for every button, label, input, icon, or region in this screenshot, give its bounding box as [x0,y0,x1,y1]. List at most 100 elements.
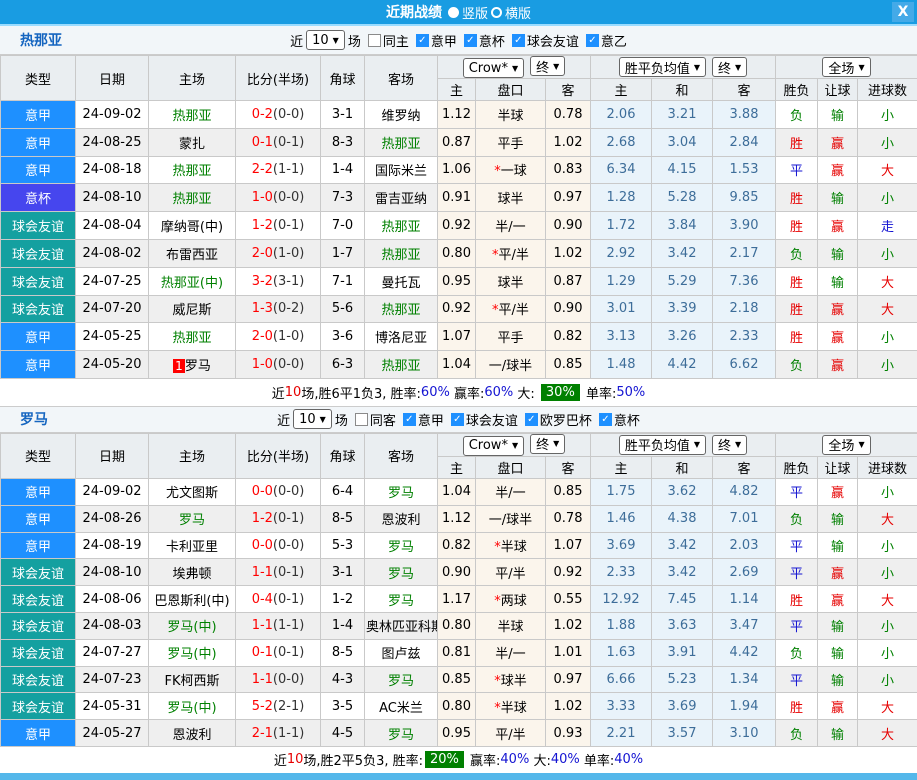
same-venue-label[interactable]: 同主 [383,31,409,50]
handicap: 平/半 [475,558,546,587]
horizontal-radio-label[interactable]: 横版 [505,3,531,22]
league-filter-checkbox[interactable]: ✓ [463,33,477,47]
league-filter-label[interactable]: 欧罗巴杯 [540,410,592,429]
summary-text: 60% [420,384,450,400]
league-filter-checkbox[interactable]: ✓ [598,412,612,426]
team-label: 埃弗顿 [172,566,212,582]
league-filter-label[interactable]: 球会友谊 [466,410,518,429]
summary-text: 60% [484,384,514,400]
avg-draw: 3.42 [651,531,713,560]
avg-subcol-header: 和 [651,78,713,101]
avg-draw: 4.15 [651,155,713,185]
league-filter-checkbox[interactable]: ✓ [402,412,416,426]
halftime-score: (2-1) [272,698,305,714]
home-team: 1 罗马 [148,350,236,379]
home-team: 罗马(中) [148,611,236,640]
scope-select[interactable]: 全场 ▼ [822,57,871,77]
avg-draw: 3.91 [651,638,713,667]
summary-text: 场,胜2平5负3, 胜率: [303,754,423,770]
scope-select[interactable]: 全场 ▼ [822,434,871,455]
team-label: 热那亚 [381,303,421,319]
summary-text: 大: [529,754,551,770]
home-team: 埃弗顿 [148,558,236,587]
games-count-select[interactable]: 10 ▼ [293,409,332,430]
same-venue-checkbox[interactable] [354,412,368,426]
team-label: 曼托瓦 [381,275,421,291]
corners: 1-4 [320,155,365,185]
match-row: 球会友谊 24-05-31 罗马(中) 5-2(2-1) 3-5 AC米兰 0.80 *半球 1… [0,692,917,721]
vertical-radio[interactable] [447,6,459,18]
avg-period-select[interactable]: 终 ▼ [712,434,748,455]
same-venue-label[interactable]: 同客 [370,410,396,429]
odds-source-select[interactable]: Crow* ▼ [462,58,525,78]
odds-source-select[interactable]: Crow* ▼ [462,435,525,456]
same-venue-checkbox[interactable] [367,33,381,47]
corners: 4-5 [320,719,365,747]
games-count-select[interactable]: 10 ▼ [306,30,345,50]
close-icon[interactable]: X [892,2,914,22]
handicap: *球半 [475,665,546,694]
result-handicap: 赢 [817,558,858,587]
match-date: 24-08-10 [75,183,149,213]
avg-away: 2.17 [712,238,776,268]
result-handicap: 赢 [817,211,858,240]
avg-away: 3.90 [712,211,776,240]
odds-period-select[interactable]: 终 ▼ [530,434,566,454]
avg-source-select[interactable]: 胜平负均值 ▼ [618,57,706,77]
handicap-label: 一/球半 [488,359,533,375]
league-filter-checkbox[interactable]: ✓ [585,33,599,47]
avg-home: 1.88 [590,611,652,640]
result-wdl: 负 [775,350,818,379]
league-filter-checkbox[interactable]: ✓ [511,33,525,47]
fulltime-score: 1-1 [251,671,273,687]
league-filter-label[interactable]: 意甲 [418,410,444,429]
league-filter-label[interactable]: 意甲 [431,31,457,50]
league-filter-label[interactable]: 意乙 [601,31,627,50]
vertical-radio-label[interactable]: 竖版 [462,3,488,22]
odds-subcol-header: 客 [545,455,591,479]
away-team: 罗马 [364,585,438,613]
score: 0-1(0-1) [235,638,321,667]
result-handicap: 输 [817,238,858,268]
result-goals: 小 [856,183,917,213]
odds-period-select[interactable]: 终 ▼ [530,56,566,76]
avg-away: 1.34 [712,665,776,694]
avg-source-select[interactable]: 胜平负均值 ▼ [618,434,706,455]
handicap: 半/一 [475,211,546,240]
away-team: 曼托瓦 [364,266,438,296]
league-filter-label[interactable]: 球会友谊 [527,31,579,50]
col-away-header: 客场 [364,55,438,101]
avg-draw: 3.84 [651,211,713,240]
league-filter-checkbox[interactable]: ✓ [524,412,538,426]
league-filter-checkbox[interactable]: ✓ [450,412,464,426]
away-team: 维罗纳 [364,100,438,129]
score: 3-2(3-1) [235,266,321,296]
chevron-down-icon: ▼ [693,440,700,450]
handicap-label: 半球 [500,700,527,716]
home-team: 罗马 [148,504,236,533]
match-date: 24-05-25 [75,322,149,352]
avg-period-select[interactable]: 终 ▼ [712,57,748,77]
avg-home: 3.13 [590,322,652,352]
handicap-label: 半/一 [495,220,526,236]
league-filter-label[interactable]: 意杯 [614,410,640,429]
avg-draw: 5.23 [651,665,713,694]
fulltime-score: 2-1 [251,725,273,741]
avg-draw: 3.04 [651,127,713,157]
home-team: 罗马(中) [148,638,236,667]
matches-table: 类型 日期 主场 比分(半场) 角球 客场 Crow* ▼ 终 ▼ 胜平负均值 ▼ 终 ▼ 全场 ▼ 主盘口客主… [0,432,917,747]
scope-header: 全场 ▼ [774,432,917,457]
avg-subcol-header: 客 [712,78,776,101]
summary-text: 场,胜6平1负3, 胜率: [301,386,421,402]
odds-away: 1.01 [545,638,591,667]
league-filter-checkbox[interactable]: ✓ [415,33,429,47]
horizontal-radio[interactable] [491,6,502,18]
away-team: 热那亚 [364,294,438,324]
match-row: 球会友谊 24-07-25 热那亚(中) 3-2(3-1) 7-1 曼托瓦 0.95 球半 0.… [0,266,917,296]
league-filter-label[interactable]: 意杯 [479,31,505,50]
avg-home: 3.01 [590,294,652,324]
col-type-header: 类型 [0,55,76,101]
handicap-label: 平手 [497,331,524,347]
scope-select-value: 全场 [828,439,855,455]
avg-away: 1.53 [712,155,776,185]
